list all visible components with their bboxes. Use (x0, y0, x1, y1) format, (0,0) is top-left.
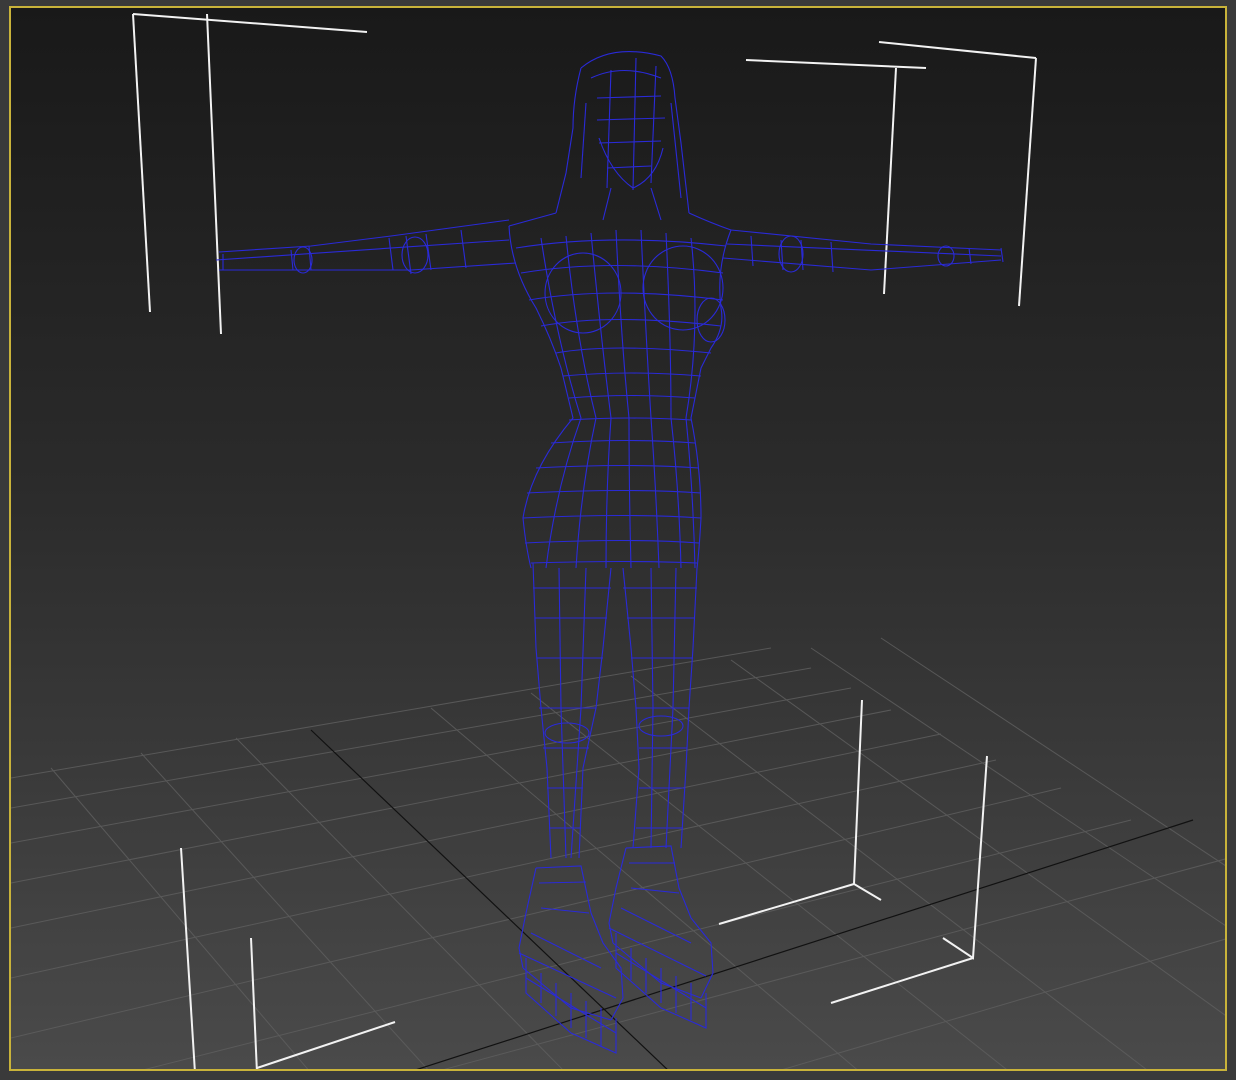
character-wireframe-mesh[interactable] (215, 51, 1004, 1054)
grid-axes (310, 729, 1194, 1069)
viewport-scene[interactable] (11, 8, 1227, 1071)
perspective-viewport[interactable] (9, 6, 1227, 1071)
